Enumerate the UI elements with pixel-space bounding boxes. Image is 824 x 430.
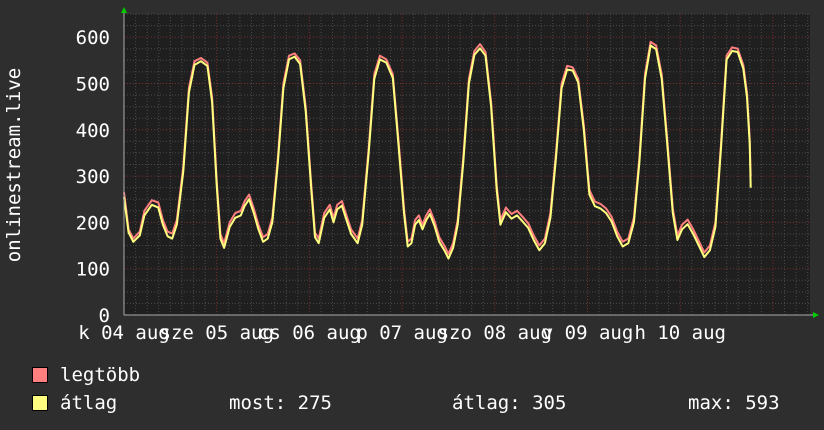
y-axis-label: onlinestream.live [3,68,25,262]
stat-current: most: 275 [229,392,332,414]
y-tick-label: 500 [76,73,110,95]
y-axis-arrow [121,7,127,13]
y-tick-label: 400 [76,120,110,142]
x-tick-label: k 04 aug [78,322,170,344]
y-tick-label: 100 [76,259,110,281]
x-tick-label: v 09 aug [542,322,634,344]
x-tick-label: p 07 aug [356,322,448,344]
legend-swatch-max [32,367,48,383]
legend-label-max: legtöbb [60,364,141,386]
y-tick-label: 200 [76,212,110,234]
x-axis-arrow [813,312,819,318]
stat-max: max: 593 [688,392,780,414]
x-tick-label: sze 05 aug [160,322,274,344]
y-tick-label: 600 [76,27,110,49]
legend-swatch-avg [32,395,48,411]
chart-svg: 0100200300400500600 k 04 augsze 05 augcs… [3,7,819,344]
stat-average: átlag: 305 [452,392,567,414]
legend-item-max: legtöbb [32,364,140,386]
legend-label-avg: átlag [60,392,118,414]
x-tick-label: h 10 aug [634,322,726,344]
y-axis-ticks: 0100200300400500600 [76,27,110,327]
y-tick-label: 300 [76,166,110,188]
x-tick-label: szo 08 aug [438,322,552,344]
legend-item-avg: átlag [32,392,117,414]
x-tick-label: cs 06 aug [258,322,361,344]
x-axis-ticks: k 04 augsze 05 augcs 06 augp 07 augszo 0… [78,322,726,344]
